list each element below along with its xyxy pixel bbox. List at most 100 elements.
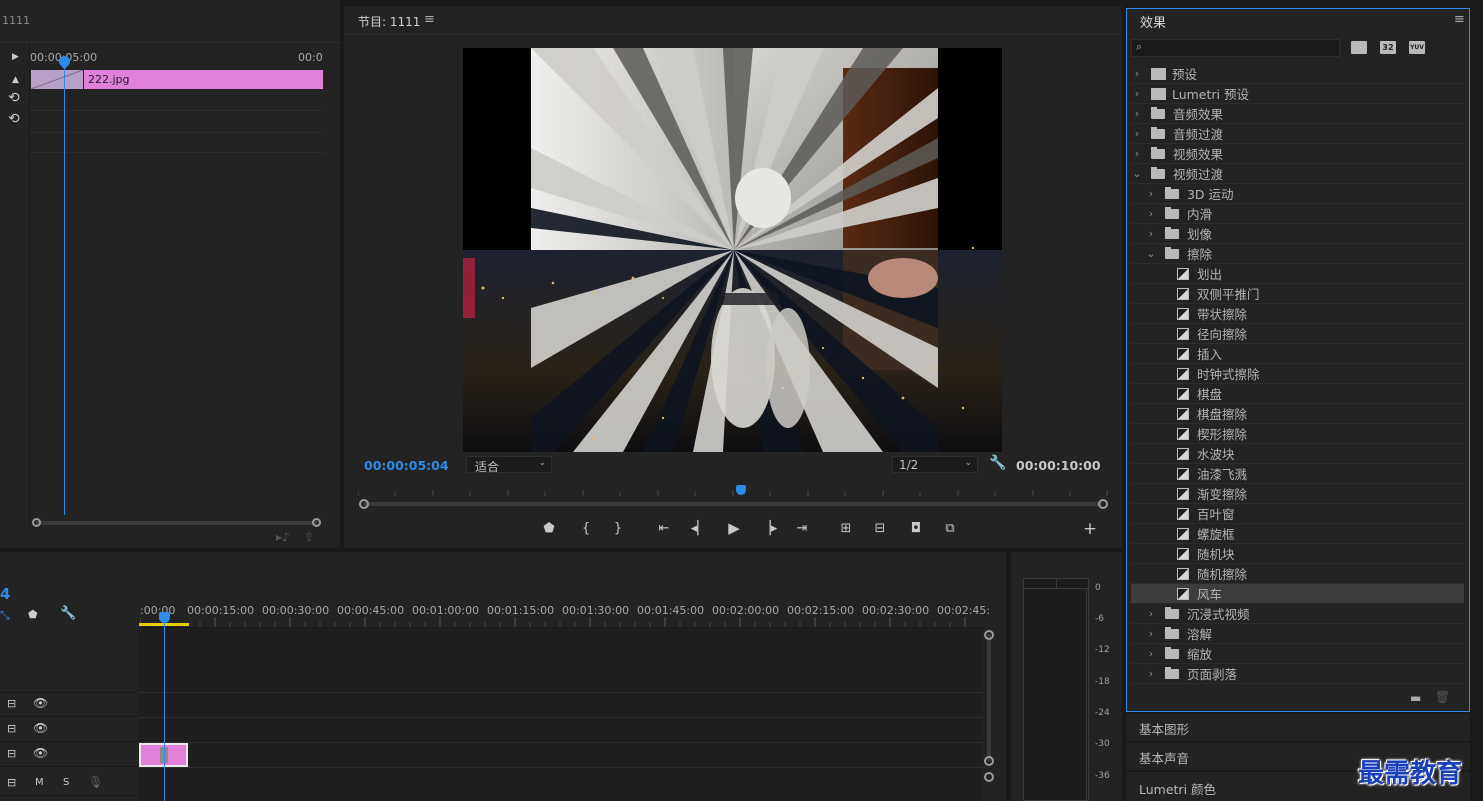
tree-item-audio-transitions[interactable]: › 音频过渡 bbox=[1131, 124, 1464, 144]
effects-panel-title[interactable]: 效果 bbox=[1140, 12, 1166, 31]
expand-arrow-icon[interactable]: ▶ bbox=[12, 52, 19, 62]
reset-icon[interactable]: ⟲ bbox=[8, 90, 20, 106]
timeline-ruler[interactable] bbox=[140, 615, 983, 627]
track-header-v3[interactable]: ⊟ 👁 bbox=[0, 693, 138, 717]
scroll-handle-bottom[interactable] bbox=[984, 756, 994, 766]
effect-item[interactable]: 随机块 bbox=[1131, 544, 1464, 564]
effect-item[interactable]: 楔形擦除 bbox=[1131, 424, 1464, 444]
tree-item-page-peel[interactable]: › 页面剥落 bbox=[1131, 664, 1464, 684]
tree-item-video-effects[interactable]: › 视频效果 bbox=[1131, 144, 1464, 164]
sequence-timecode[interactable]: 4 bbox=[0, 585, 10, 603]
clip-bar[interactable]: 222.jpg bbox=[84, 70, 323, 89]
tree-item-dissolve[interactable]: › 溶解 bbox=[1131, 624, 1464, 644]
tree-item-presets[interactable]: › 预设 bbox=[1131, 64, 1464, 84]
go-to-in-button[interactable]: ⇤ bbox=[652, 519, 676, 539]
video-preview[interactable] bbox=[463, 48, 1002, 452]
timeline-playhead-line[interactable] bbox=[164, 618, 165, 801]
resolution-select[interactable]: 1/2 ⌄ bbox=[892, 456, 978, 473]
effects-search-input[interactable]: ⌕ bbox=[1131, 39, 1340, 57]
effect-item[interactable]: 双侧平推门 bbox=[1131, 284, 1464, 304]
step-forward-button[interactable]: ▕▸ bbox=[757, 519, 781, 539]
track-header-a1[interactable]: ⊟ M S 🎙 bbox=[0, 772, 138, 796]
tree-item-zoom[interactable]: › 缩放 bbox=[1131, 644, 1464, 664]
accelerated-effects-icon[interactable] bbox=[1351, 41, 1367, 54]
mark-in-button[interactable]: { bbox=[576, 519, 596, 539]
scroll-handle-right[interactable] bbox=[1098, 499, 1108, 509]
toggle-sync-lock-icon[interactable]: ⊟ bbox=[7, 697, 16, 710]
toggle-sync-lock-icon[interactable]: ⊟ bbox=[7, 722, 16, 735]
microphone-icon[interactable]: 🎙 bbox=[88, 775, 103, 789]
panel-menu-icon[interactable]: ≡ bbox=[1454, 12, 1465, 27]
effect-item[interactable]: 插入 bbox=[1131, 344, 1464, 364]
effect-item[interactable]: 百叶窗 bbox=[1131, 504, 1464, 524]
export-icon[interactable]: ⇪ bbox=[304, 530, 314, 544]
zoom-fit-select[interactable]: 适合 ⌄ bbox=[466, 456, 552, 474]
step-back-button[interactable]: ◂▏ bbox=[687, 519, 711, 539]
wrench-icon[interactable]: 🔧 bbox=[989, 455, 1006, 471]
track-area[interactable] bbox=[138, 628, 983, 801]
timeline-vertical-scrollbar[interactable] bbox=[987, 634, 991, 761]
scroll-handle-left[interactable] bbox=[359, 499, 369, 509]
go-to-out-button[interactable]: ⇥ bbox=[790, 519, 814, 539]
effect-item[interactable]: 时钟式擦除 bbox=[1131, 364, 1464, 384]
tree-item-wipe[interactable]: ⌄ 擦除 bbox=[1131, 244, 1464, 264]
tree-item-audio-effects[interactable]: › 音频效果 bbox=[1131, 104, 1464, 124]
effect-item[interactable]: 渐变擦除 bbox=[1131, 484, 1464, 504]
solo-button[interactable]: S bbox=[63, 777, 69, 788]
scroll-handle-top[interactable] bbox=[984, 630, 994, 640]
effect-item-selected[interactable]: 风车 bbox=[1131, 584, 1464, 604]
toggle-sync-lock-icon[interactable]: ⊟ bbox=[7, 747, 16, 760]
new-bin-icon[interactable]: ▬ bbox=[1410, 691, 1421, 705]
add-marker-icon[interactable]: ⬟ bbox=[28, 608, 38, 621]
monitor-playhead[interactable] bbox=[736, 485, 746, 495]
mark-out-button[interactable]: } bbox=[608, 519, 628, 539]
panel-menu-icon[interactable]: ≡ bbox=[424, 12, 435, 27]
effect-item[interactable]: 水波块 bbox=[1131, 444, 1464, 464]
wrench-icon[interactable]: 🔧 bbox=[60, 606, 76, 621]
monitor-scrollbar[interactable] bbox=[364, 502, 1102, 506]
track-header-v2[interactable]: ⊟ 👁 bbox=[0, 718, 138, 742]
collapse-arrow-icon[interactable]: ▲ bbox=[12, 75, 19, 85]
effect-item[interactable]: 带状擦除 bbox=[1131, 304, 1464, 324]
current-timecode[interactable]: 00:00:05:04 bbox=[364, 458, 449, 473]
toggle-sync-lock-icon[interactable]: ⊟ bbox=[7, 776, 16, 789]
tree-item-video-transitions[interactable]: ⌄ 视频过渡 bbox=[1131, 164, 1464, 184]
tree-item-iris[interactable]: › 划像 bbox=[1131, 224, 1464, 244]
eye-icon[interactable]: 👁 bbox=[33, 721, 48, 735]
effect-item[interactable]: 棋盘擦除 bbox=[1131, 404, 1464, 424]
transition-block[interactable] bbox=[31, 70, 83, 89]
playhead-line[interactable] bbox=[64, 60, 65, 515]
effect-item[interactable]: 棋盘 bbox=[1131, 384, 1464, 404]
eye-icon[interactable]: 👁 bbox=[33, 696, 48, 710]
audio-only-icon[interactable]: ▸♪ bbox=[276, 530, 290, 544]
mute-button[interactable]: M bbox=[35, 777, 44, 788]
snap-icon[interactable]: ⤡ bbox=[0, 608, 10, 623]
scroll-handle-audio[interactable] bbox=[984, 772, 994, 782]
32bit-icon[interactable]: 32 bbox=[1380, 41, 1396, 54]
effect-item[interactable]: 划出 bbox=[1131, 264, 1464, 284]
horizontal-scrollbar[interactable] bbox=[36, 521, 317, 525]
play-button[interactable]: ▶ bbox=[722, 518, 746, 538]
comparison-view-button[interactable]: ⧉ bbox=[938, 519, 962, 539]
trash-icon[interactable]: 🗑 bbox=[1435, 690, 1450, 704]
scroll-handle-left[interactable] bbox=[32, 518, 41, 527]
tree-item-3d-motion[interactable]: › 3D 运动 bbox=[1131, 184, 1464, 204]
effect-item[interactable]: 径向擦除 bbox=[1131, 324, 1464, 344]
reset-icon[interactable]: ⟲ bbox=[8, 111, 20, 127]
effect-item[interactable]: 螺旋框 bbox=[1131, 524, 1464, 544]
program-monitor-title[interactable]: 节目: 1111 bbox=[358, 13, 420, 30]
lift-button[interactable]: ⊞ bbox=[834, 519, 858, 539]
monitor-time-ruler[interactable] bbox=[358, 484, 1108, 496]
scroll-handle-right[interactable] bbox=[312, 518, 321, 527]
tree-item-lumetri-presets[interactable]: › Lumetri 预设 bbox=[1131, 84, 1464, 104]
add-marker-button[interactable]: ⬟ bbox=[539, 519, 559, 539]
tree-item-immersive-video[interactable]: › 沉浸式视频 bbox=[1131, 604, 1464, 624]
effect-item[interactable]: 油漆飞溅 bbox=[1131, 464, 1464, 484]
essential-graphics-panel[interactable]: 基本图形 bbox=[1126, 714, 1470, 741]
track-header-v1[interactable]: ⊟ 👁 bbox=[0, 743, 138, 767]
yuv-icon[interactable]: YUV bbox=[1409, 41, 1425, 54]
timeline-playhead-handle[interactable] bbox=[159, 612, 170, 623]
eye-icon[interactable]: 👁 bbox=[33, 746, 48, 760]
camera-icon[interactable]: ◘ bbox=[904, 519, 928, 539]
add-button[interactable]: + bbox=[1078, 519, 1102, 539]
